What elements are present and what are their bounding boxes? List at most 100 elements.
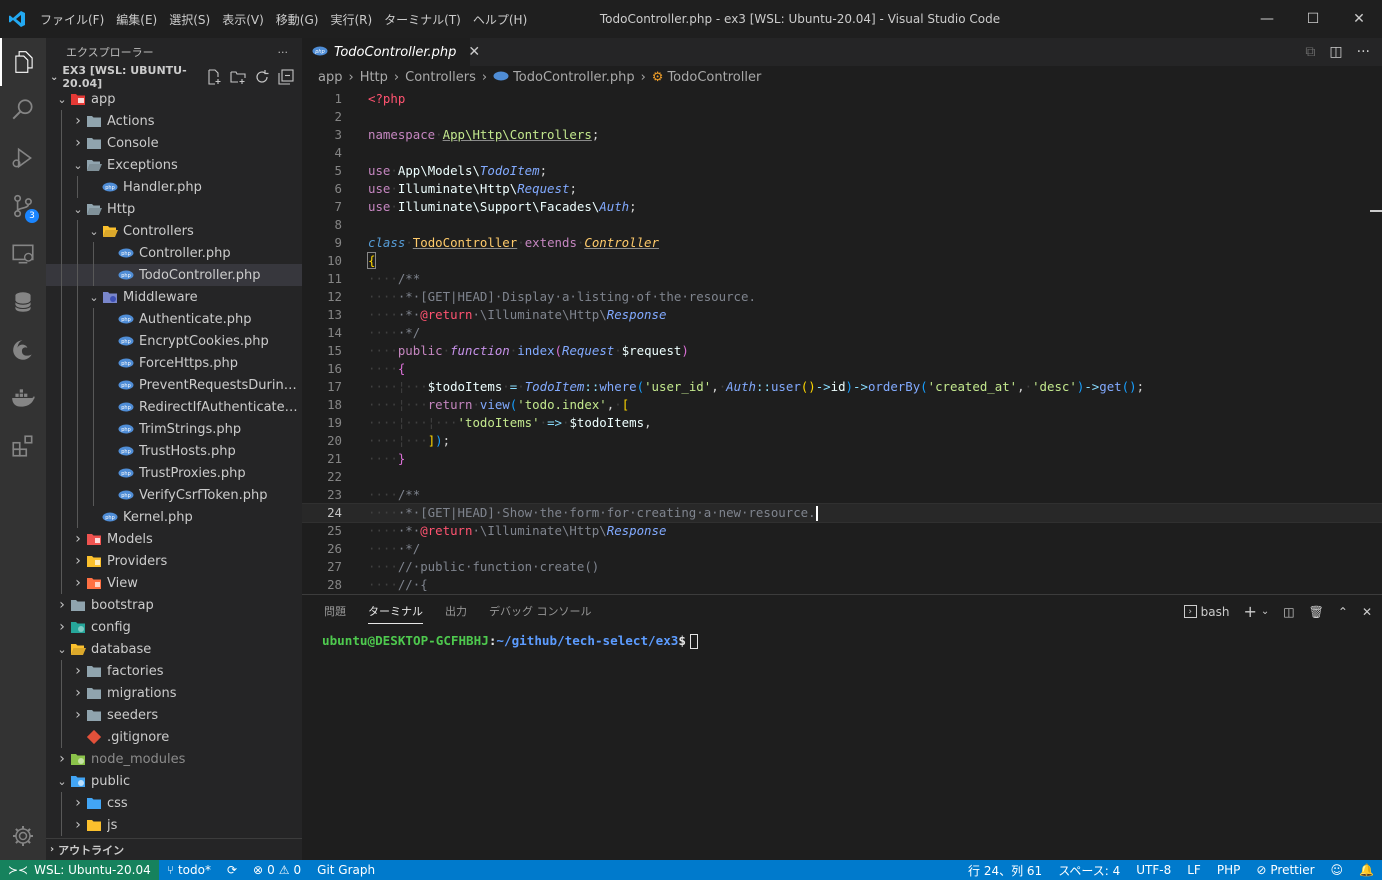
settings-gear-icon[interactable]	[0, 812, 46, 860]
folder-item-view[interactable]: › View	[46, 572, 302, 594]
file-item-trusthosts-php[interactable]: php TrustHosts.php	[46, 440, 302, 462]
tab-todocontroller[interactable]: php TodoController.php ✕	[302, 38, 480, 66]
explorer-icon[interactable]	[0, 38, 46, 86]
breadcrumb-file[interactable]: TodoController.php	[513, 70, 635, 85]
maximize-panel-icon[interactable]: ⌃	[1338, 605, 1348, 619]
menu-terminal[interactable]: ターミナル(T)	[378, 11, 467, 28]
folder-item-factories[interactable]: › factories	[46, 660, 302, 682]
folder-item-public[interactable]: ⌄ public	[46, 770, 302, 792]
folder-item-exceptions[interactable]: ⌄ Exceptions	[46, 154, 302, 176]
sync-button[interactable]: ⟳	[219, 860, 245, 880]
problems-item[interactable]: ⊗ 0 ⚠ 0	[245, 860, 309, 880]
search-icon[interactable]	[0, 86, 46, 134]
more-actions-button[interactable]: ···	[278, 46, 289, 59]
tab-output[interactable]: 出力	[445, 603, 467, 619]
folder-item-node-modules[interactable]: › node_modules	[46, 748, 302, 770]
new-folder-icon[interactable]	[230, 69, 246, 85]
file-item-encryptcookies-php[interactable]: php EncryptCookies.php	[46, 330, 302, 352]
open-changes-icon[interactable]: ⧉	[1305, 44, 1315, 60]
new-terminal-icon[interactable]: +	[1244, 602, 1257, 621]
file-item-gitignore[interactable]: .gitignore	[46, 726, 302, 748]
new-file-icon[interactable]	[206, 69, 222, 85]
notifications-icon[interactable]: 🔔	[1351, 860, 1382, 880]
breadcrumb-http[interactable]: Http	[360, 70, 388, 85]
file-item-trustproxies-php[interactable]: php TrustProxies.php	[46, 462, 302, 484]
close-window-button[interactable]: ✕	[1336, 0, 1382, 38]
editor-more-icon[interactable]: ···	[1357, 44, 1370, 60]
remote-indicator[interactable]: ≻≺ WSL: Ubuntu-20.04	[0, 860, 159, 880]
terminal-output[interactable]: ubuntu@DESKTOP-GCFHBHJ:~/github/tech-sel…	[302, 627, 1382, 649]
chevron-right-icon[interactable]: ›	[70, 135, 86, 151]
folder-item-models[interactable]: › Models	[46, 528, 302, 550]
menu-edit[interactable]: 編集(E)	[110, 11, 163, 28]
split-terminal-icon[interactable]: ◫	[1283, 605, 1294, 619]
chevron-down-icon[interactable]: ⌄	[1261, 606, 1269, 617]
chevron-down-icon[interactable]: ⌄	[86, 223, 102, 239]
folder-item-js[interactable]: › js	[46, 814, 302, 836]
chevron-right-icon[interactable]: ›	[70, 795, 86, 811]
folder-item-controllers[interactable]: ⌄ Controllers	[46, 220, 302, 242]
code-editor[interactable]: 1 <?php 2 3 namespace·App\Http\Controllers…	[302, 90, 1382, 594]
file-item-preventrequestsduring[interactable]: php PreventRequestsDuring...	[46, 374, 302, 396]
chevron-right-icon[interactable]: ›	[54, 751, 70, 767]
menu-help[interactable]: ヘルプ(H)	[467, 11, 533, 28]
tab-problems[interactable]: 問題	[324, 603, 346, 619]
source-control-icon[interactable]: 3	[0, 182, 46, 230]
menu-selection[interactable]: 選択(S)	[163, 11, 216, 28]
folder-item-http[interactable]: ⌄ Http	[46, 198, 302, 220]
folder-item-seeders[interactable]: › seeders	[46, 704, 302, 726]
close-panel-icon[interactable]: ✕	[1362, 605, 1372, 619]
chevron-right-icon[interactable]: ›	[70, 685, 86, 701]
chevron-down-icon[interactable]: ⌄	[54, 641, 70, 657]
folder-item-middleware[interactable]: ⌄ Middleware	[46, 286, 302, 308]
breadcrumb-app[interactable]: app	[318, 70, 342, 85]
menu-go[interactable]: 移動(G)	[270, 11, 325, 28]
tab-close-button[interactable]: ✕	[468, 44, 480, 60]
encoding[interactable]: UTF-8	[1128, 860, 1179, 880]
folder-item-actions[interactable]: › Actions	[46, 110, 302, 132]
database-icon[interactable]	[0, 278, 46, 326]
indentation[interactable]: スペース: 4	[1050, 860, 1128, 880]
chevron-right-icon[interactable]: ›	[70, 113, 86, 129]
file-item-forcehttps-php[interactable]: php ForceHttps.php	[46, 352, 302, 374]
folder-item-database[interactable]: ⌄ database	[46, 638, 302, 660]
file-item-todocontroller-php[interactable]: php TodoController.php	[46, 264, 302, 286]
folder-item-app[interactable]: ⌄ app	[46, 88, 302, 110]
chevron-right-icon[interactable]: ›	[54, 597, 70, 613]
folder-item-console[interactable]: › Console	[46, 132, 302, 154]
file-item-redirectifauthenticated[interactable]: php RedirectIfAuthenticated....	[46, 396, 302, 418]
file-item-authenticate-php[interactable]: php Authenticate.php	[46, 308, 302, 330]
file-item-verifycsrftoken-php[interactable]: php VerifyCsrfToken.php	[46, 484, 302, 506]
chevron-right-icon[interactable]: ›	[70, 817, 86, 833]
chevron-right-icon[interactable]: ›	[70, 707, 86, 723]
split-editor-icon[interactable]: ◫	[1329, 44, 1342, 60]
chevron-right-icon[interactable]: ›	[54, 619, 70, 635]
breadcrumb-controllers[interactable]: Controllers	[405, 70, 476, 85]
outline-section[interactable]: › アウトライン	[46, 838, 302, 860]
language-mode[interactable]: PHP	[1209, 860, 1249, 880]
cursor-position[interactable]: 行 24、列 61	[960, 860, 1050, 880]
prettier-item[interactable]: ⊘ Prettier	[1248, 860, 1322, 880]
chevron-down-icon[interactable]: ⌄	[86, 289, 102, 305]
menu-run[interactable]: 実行(R)	[324, 11, 378, 28]
minimize-button[interactable]: —	[1244, 0, 1290, 38]
chevron-right-icon[interactable]: ›	[70, 553, 86, 569]
breadcrumb-class[interactable]: TodoController	[667, 70, 761, 85]
chevron-right-icon[interactable]: ›	[70, 531, 86, 547]
trash-icon[interactable]: 🗑	[1309, 605, 1324, 619]
file-item-controller-php[interactable]: php Controller.php	[46, 242, 302, 264]
folder-item-migrations[interactable]: › migrations	[46, 682, 302, 704]
git-graph-button[interactable]: Git Graph	[309, 860, 383, 880]
menu-view[interactable]: 表示(V)	[216, 11, 270, 28]
workspace-header[interactable]: ⌄ EX3 [WSL: UBUNTU-20.04]	[46, 64, 302, 90]
refresh-icon[interactable]	[254, 69, 270, 85]
folder-item-css[interactable]: › css	[46, 792, 302, 814]
feedback-icon[interactable]: ☺	[1323, 860, 1352, 880]
tab-debug-console[interactable]: デバッグ コンソール	[489, 603, 592, 619]
chevron-right-icon[interactable]: ›	[70, 575, 86, 591]
docker-icon[interactable]	[0, 374, 46, 422]
folder-item-config[interactable]: › config	[46, 616, 302, 638]
file-item-trimstrings-php[interactable]: php TrimStrings.php	[46, 418, 302, 440]
run-debug-icon[interactable]	[0, 134, 46, 182]
chevron-down-icon[interactable]: ⌄	[70, 157, 86, 173]
